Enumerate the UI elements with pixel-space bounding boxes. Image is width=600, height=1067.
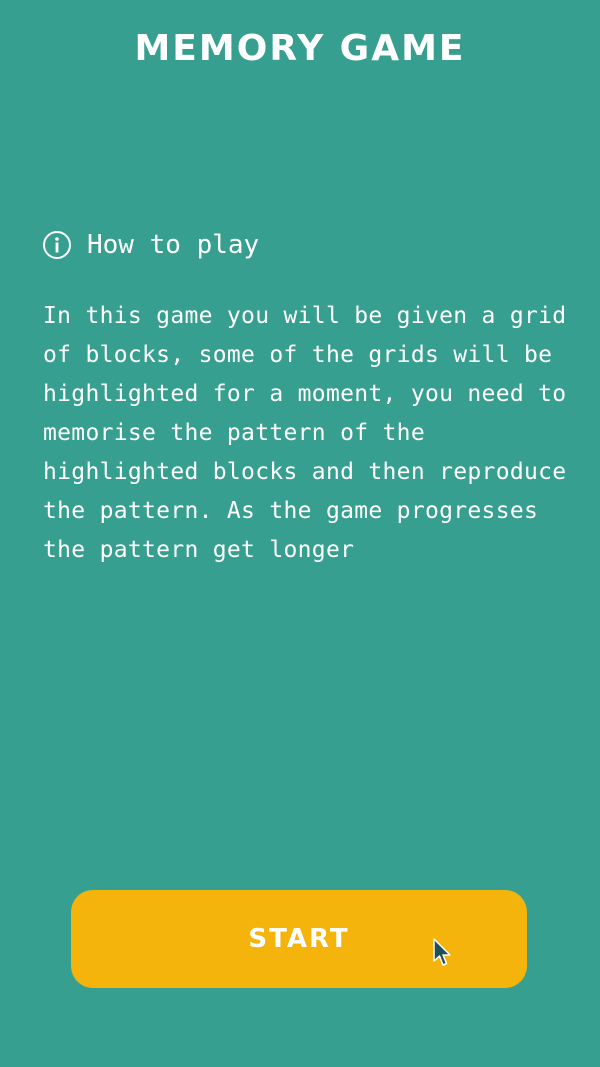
how-to-play-heading: How to play <box>42 227 259 263</box>
mouse-cursor-icon <box>432 937 454 969</box>
instructions-text: In this game you will be given a grid of… <box>43 303 567 563</box>
start-button-label: Start <box>248 924 350 954</box>
how-to-play-label: How to play <box>87 230 260 260</box>
game-title: Memory Game <box>134 28 466 69</box>
info-icon <box>42 230 72 260</box>
start-button[interactable]: Start <box>71 890 527 988</box>
